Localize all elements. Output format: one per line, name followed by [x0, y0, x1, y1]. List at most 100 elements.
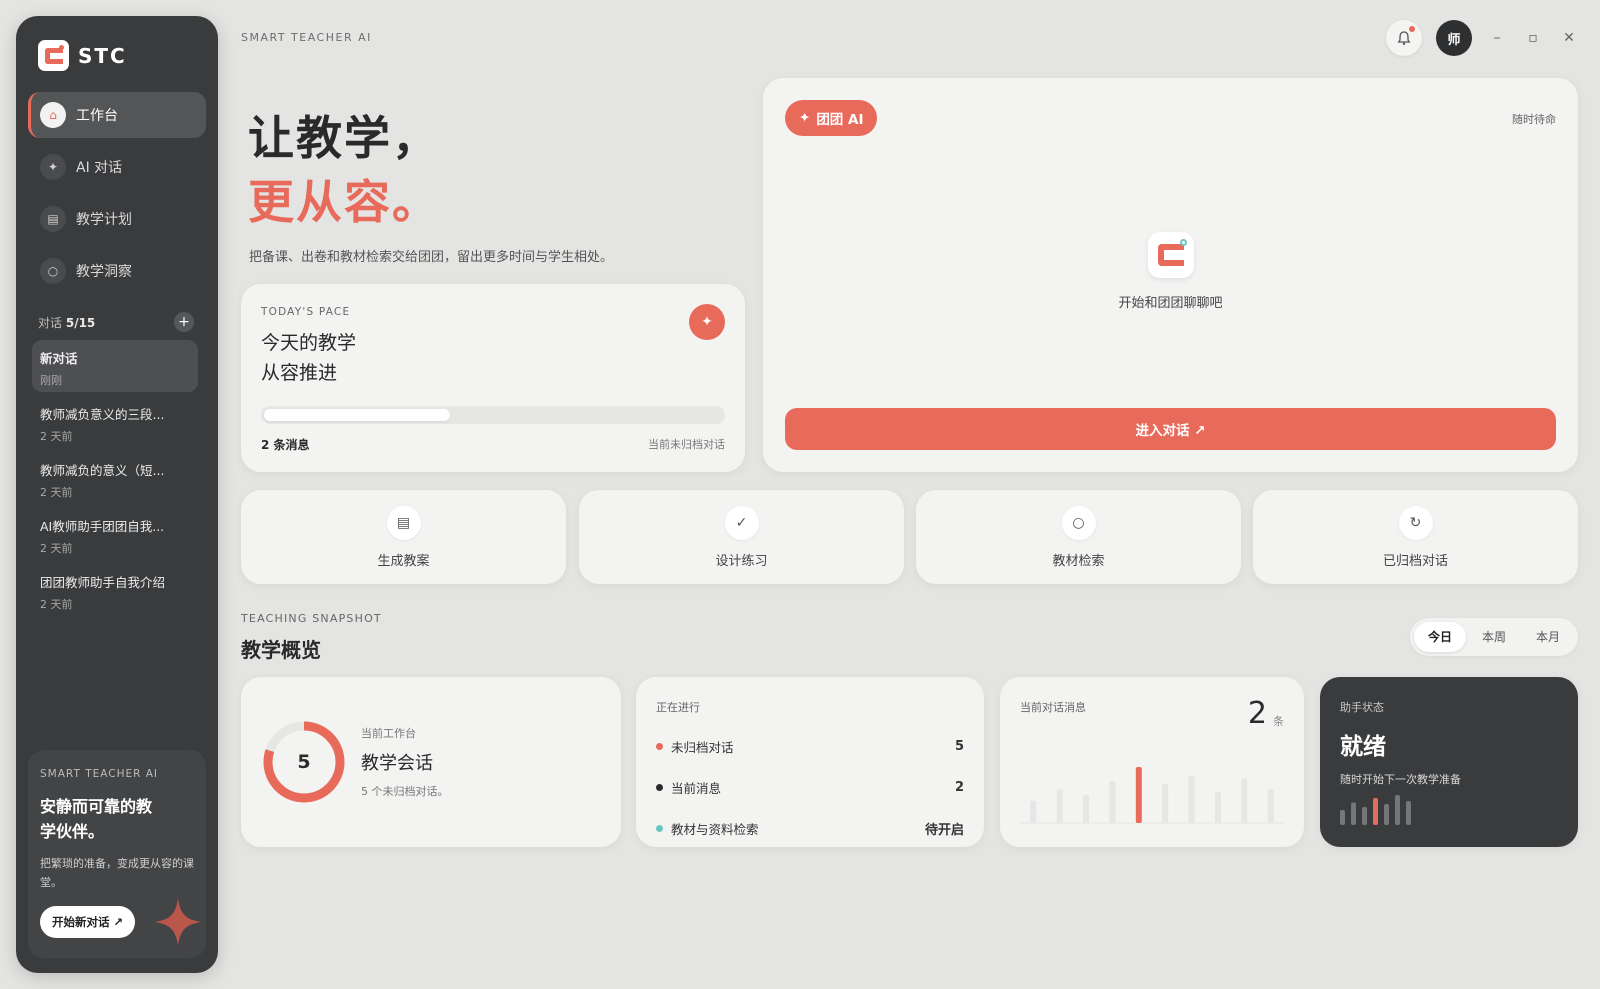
bell-icon	[1397, 31, 1411, 45]
conversation-title: AI教师助手团团自我...	[40, 519, 165, 534]
assistant-status-card: 助手状态 就绪 随时开始下一次教学准备	[1320, 677, 1578, 847]
pace-footer: 2 条消息 当前未归档对话	[261, 436, 725, 453]
close-button[interactable]: ✕	[1558, 30, 1580, 46]
ai-badge-label: 团团 AI	[816, 112, 864, 128]
workspace-title: 教学会话	[361, 753, 433, 774]
assistant-bar	[1395, 795, 1400, 825]
conversation-item[interactable]: 教师减负意义的三段... 2 天前	[32, 396, 198, 448]
range-tabs: 今日 本周 本月	[1409, 618, 1578, 656]
sidebar-item-teaching-insight[interactable]: ○ 教学洞察	[28, 248, 206, 294]
row-label: 当前消息	[671, 781, 722, 796]
logo-icon	[1147, 232, 1194, 278]
sidebar-item-ai-chat[interactable]: ✦ AI 对话	[28, 144, 206, 190]
sidebar-item-label: 工作台	[76, 108, 118, 124]
row-value: 2	[954, 780, 964, 795]
quick-action-material-search[interactable]: ○ 教材检索	[916, 490, 1241, 584]
sidebar-item-teaching-plan[interactable]: ▤ 教学计划	[28, 196, 206, 242]
messages-count-unit: 条	[1273, 715, 1284, 728]
home-icon: ⌂	[40, 102, 66, 128]
notification-button[interactable]	[1386, 20, 1422, 56]
start-new-conversation-button[interactable]: 开始新对话 ↗	[40, 906, 136, 938]
in-progress-row: 当前消息 2	[656, 778, 964, 797]
pace-title-line2: 从容推进	[261, 362, 338, 384]
assistant-bar	[1406, 801, 1411, 825]
sidebar-item-label: AI 对话	[76, 160, 123, 176]
chat-status: 随时待命	[1512, 113, 1556, 126]
logo-icon	[38, 40, 69, 71]
in-progress-card: 正在进行 未归档对话 5 当前消息 2 教材与资料检索 待开启	[636, 677, 984, 847]
tab-today[interactable]: 今日	[1413, 622, 1466, 652]
snapshot-title: 教学概览	[241, 638, 321, 662]
conversation-time: 刚刚	[40, 374, 62, 387]
message-bar	[1135, 767, 1142, 823]
tab-this-month[interactable]: 本月	[1522, 622, 1574, 652]
conversation-time: 2 天前	[40, 542, 73, 555]
message-bar	[1083, 795, 1089, 823]
conversation-item[interactable]: 新对话 刚刚	[32, 340, 198, 392]
sidebar-item-label: 教学洞察	[76, 264, 132, 280]
messages-kicker: 当前对话消息	[1020, 701, 1086, 714]
conversations-label-text: 对话	[38, 315, 63, 330]
conversation-time: 2 天前	[40, 598, 73, 611]
add-conversation-button[interactable]: +	[174, 312, 194, 332]
pace-progress-fill	[264, 409, 450, 421]
conversation-title: 团团教师助手自我介绍	[40, 575, 166, 590]
quick-action-label: 已归档对话	[1382, 554, 1448, 569]
sparkle-icon: ✦	[799, 110, 811, 126]
tab-this-week[interactable]: 本周	[1468, 622, 1520, 652]
quick-action-archived-chats[interactable]: ↻ 已归档对话	[1253, 490, 1578, 584]
in-progress-row: 教材与资料检索 待开启	[656, 819, 964, 838]
quick-action-generate-plan[interactable]: ▤ 生成教案	[241, 490, 566, 584]
messages-bar-chart	[1020, 767, 1284, 824]
pace-action-button[interactable]: ✦	[689, 304, 725, 340]
quick-action-label: 生成教案	[377, 554, 430, 569]
chat-empty-text: 开始和团团聊聊吧	[1118, 296, 1223, 311]
status-dot	[656, 825, 663, 832]
pace-messages: 2 条消息	[261, 438, 310, 452]
conversations-header: 对话 5/15 +	[38, 312, 194, 332]
message-bar	[1188, 775, 1195, 823]
topbar-actions: 师 – ▫ ✕	[1386, 20, 1580, 56]
hero-title-accent: 更从容。	[248, 175, 440, 229]
status-dot	[656, 743, 663, 750]
assistant-bar-chart	[1340, 795, 1411, 825]
conversations-count: 5/15	[65, 315, 96, 330]
avatar[interactable]: 师	[1436, 20, 1472, 56]
maximize-button[interactable]: ▫	[1522, 30, 1544, 46]
message-bar	[1267, 789, 1274, 823]
promo-card: SMART TEACHER AI 安静而可靠的教学伙伴。 把繁琐的准备，变成更从…	[28, 750, 206, 958]
conversations-label: 对话 5/15	[38, 314, 95, 331]
document-icon: ▤	[386, 506, 421, 540]
app-title: SMART TEACHER AI	[241, 31, 372, 44]
sidebar: STC ⌂ 工作台 ✦ AI 对话 ▤ 教学计划 ○ 教学洞察 对话 5/15 …	[16, 16, 218, 973]
quick-action-label: 设计练习	[715, 554, 768, 569]
assistant-bar	[1351, 802, 1356, 825]
assistant-kicker: 助手状态	[1340, 701, 1384, 714]
enter-chat-button[interactable]: 进入对话 ↗	[785, 408, 1556, 450]
assistant-bar	[1373, 798, 1378, 825]
message-bar	[1030, 800, 1037, 823]
workspace-kicker: 当前工作台	[361, 727, 416, 740]
insight-icon: ○	[40, 258, 66, 284]
assistant-bar	[1362, 807, 1367, 825]
workspace-card[interactable]: 5 当前工作台 教学会话 5 个未归档对话。	[241, 677, 621, 847]
messages-count-value: 2	[1247, 696, 1267, 731]
sidebar-item-workspace[interactable]: ⌂ 工作台	[28, 92, 206, 138]
minimize-button[interactable]: –	[1486, 30, 1508, 46]
status-dot	[656, 784, 663, 791]
conversation-time: 2 天前	[40, 430, 73, 443]
conversation-title: 新对话	[40, 351, 78, 366]
ai-badge: ✦ 团团 AI	[785, 100, 878, 136]
quick-action-design-exercise[interactable]: ✓ 设计练习	[579, 490, 904, 584]
conversation-item[interactable]: 教师减负的意义（短... 2 天前	[32, 452, 198, 504]
document-icon: ▤	[40, 206, 66, 232]
row-value: 待开启	[924, 823, 964, 838]
conversation-item[interactable]: AI教师助手团团自我... 2 天前	[32, 508, 198, 560]
message-bar	[1241, 778, 1248, 823]
workspace-count: 5	[297, 751, 311, 773]
brand-name: STC	[78, 43, 127, 68]
refresh-icon: ↻	[1398, 506, 1433, 540]
brand[interactable]: STC	[38, 40, 127, 71]
chat-empty-state: 开始和团团聊聊吧	[763, 232, 1578, 311]
conversation-item[interactable]: 团团教师助手自我介绍 2 天前	[32, 564, 198, 616]
